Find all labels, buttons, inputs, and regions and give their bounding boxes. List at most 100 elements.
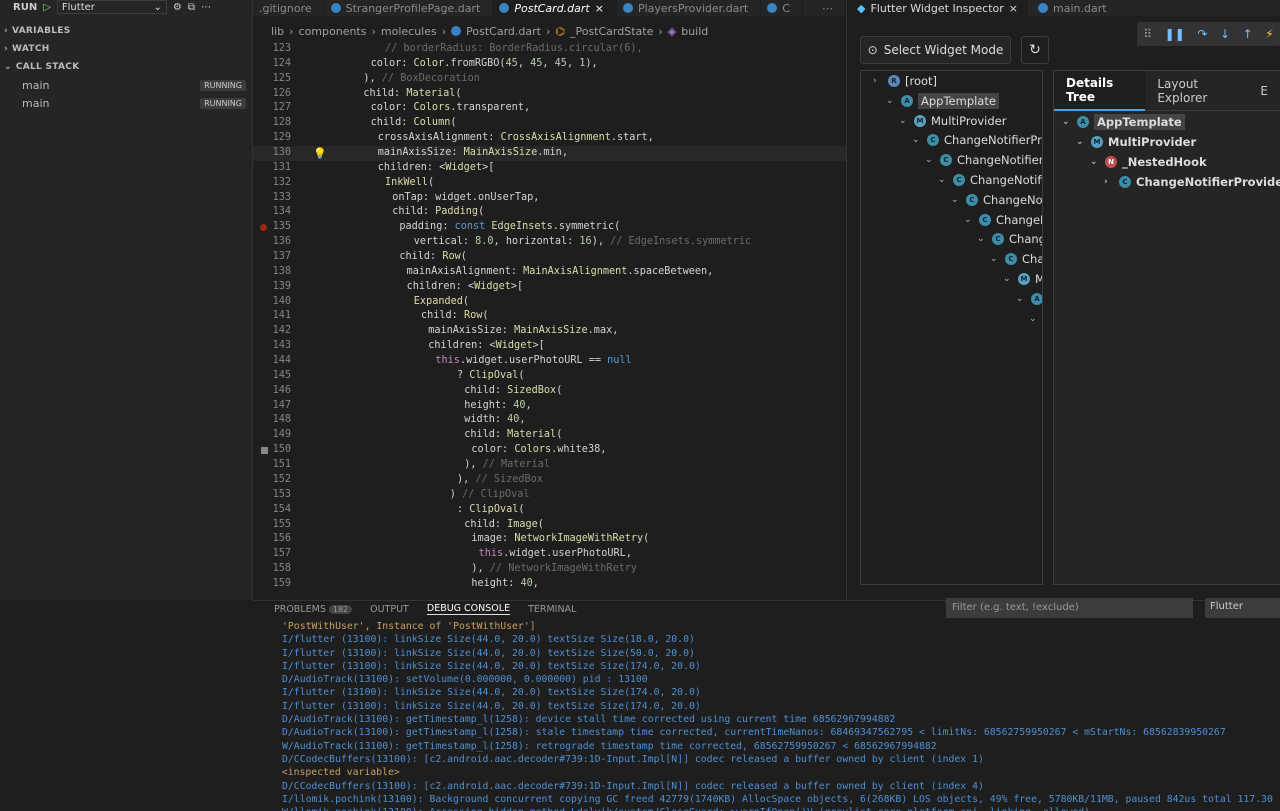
line-number[interactable]: 130 [253, 146, 291, 161]
gear-icon[interactable]: ⚙ [173, 2, 182, 13]
details-node[interactable]: ⌄ M MultiProvider [1076, 132, 1196, 152]
tree-node[interactable]: ⌄ A AppTemplate [886, 91, 999, 111]
tree-node[interactable]: ⌄ M MultiProvider [899, 111, 1006, 131]
thread-item[interactable]: main RUNNING [0, 76, 252, 94]
tree-node[interactable]: ⌄ C ChangeNoti [951, 190, 1042, 210]
code-line[interactable]: 125), // BoxDecoration [253, 72, 846, 87]
line-number[interactable]: 153 [253, 488, 291, 503]
drag-handle-icon[interactable]: ⠿ [1143, 27, 1152, 41]
section-watch[interactable]: › WATCH [0, 40, 252, 58]
line-number[interactable]: 136 [253, 235, 291, 250]
tree-node[interactable]: ⌄ C ChangeN [964, 210, 1042, 230]
breakpoint-disabled-icon[interactable] [261, 447, 268, 455]
code-line[interactable]: 123 // borderRadius: BorderRadius.circula… [253, 42, 846, 57]
tab-stranger-profile[interactable]: StrangerProfilePage.dart [325, 0, 494, 16]
code-line[interactable]: 126 child: Material( [253, 87, 846, 102]
tab-debug-console[interactable]: DEBUG CONSOLE [426, 603, 511, 615]
line-number[interactable]: 158 [253, 562, 291, 577]
code-line[interactable]: 141 child: Row( [253, 309, 846, 324]
details-node[interactable]: ⌄ A AppTemplate [1062, 112, 1185, 132]
tab-details-tree[interactable]: Details Tree [1054, 71, 1146, 111]
line-number[interactable]: 152 [253, 473, 291, 488]
code-line[interactable]: 133 onTap: widget.onUserTap, [253, 191, 846, 206]
code-line[interactable]: 129 crossAxisAlignment: CrossAxisAlignmen… [253, 131, 846, 146]
code-line[interactable]: 148 width: 40, [253, 413, 846, 428]
step-over-icon[interactable]: ↷ [1197, 27, 1207, 41]
code-line[interactable]: 132 InkWell( [253, 176, 846, 191]
tree-node[interactable]: ⌄ A [1016, 289, 1042, 309]
section-variables[interactable]: › VARIABLES [0, 22, 252, 40]
select-widget-mode-button[interactable]: ⊙ Select Widget Mode [860, 36, 1011, 64]
section-call-stack[interactable]: ⌄ CALL STACK [0, 58, 252, 76]
line-number[interactable]: 141 [253, 309, 291, 324]
code-line[interactable]: 156 image: NetworkImageWithRetry( [253, 532, 846, 547]
code-line[interactable]: 131 children: <Widget>[ [253, 161, 846, 176]
breadcrumb-item[interactable]: build [681, 25, 708, 38]
line-number[interactable]: 157 [253, 547, 291, 562]
line-number[interactable]: 131 [253, 161, 291, 176]
code-line[interactable]: 154: ClipOval( [253, 503, 846, 518]
tree-node[interactable]: ⌄ MM [1003, 269, 1042, 289]
launch-config-select[interactable]: Flutter ⌄ [56, 0, 167, 14]
line-number[interactable]: 144 [253, 354, 291, 369]
line-number[interactable]: 126 [253, 87, 291, 102]
close-icon[interactable]: × [1009, 2, 1018, 15]
code-line[interactable]: 127 color: Colors.transparent, [253, 101, 846, 116]
tree-node[interactable]: ⌄ C ChangeNotifierProv [912, 130, 1042, 150]
chevron-down-icon[interactable]: ⌄ [1062, 117, 1072, 127]
breadcrumb-item[interactable]: PostCard.dart [466, 25, 541, 38]
line-number[interactable]: 123 [253, 42, 291, 57]
line-number[interactable]: 132 [253, 176, 291, 191]
chevron-right-icon[interactable]: › [873, 76, 883, 86]
chevron-down-icon[interactable]: ⌄ [977, 234, 987, 244]
start-debugging-icon[interactable]: ▷ [43, 2, 51, 13]
more-icon[interactable]: ⋯ [201, 2, 211, 13]
chevron-down-icon[interactable]: ⌄ [1076, 137, 1086, 147]
line-number[interactable]: 145 [253, 369, 291, 384]
line-number[interactable]: 140 [253, 295, 291, 310]
tab-overflow[interactable]: ⋯ [816, 0, 846, 16]
chevron-down-icon[interactable]: ⌄ [964, 215, 974, 225]
line-number[interactable]: 154 [253, 503, 291, 518]
line-number[interactable]: 127 [253, 101, 291, 116]
pause-icon[interactable]: ❚❚ [1165, 27, 1185, 41]
chevron-down-icon[interactable]: ⌄ [1090, 157, 1100, 167]
step-out-icon[interactable]: ↑ [1243, 27, 1253, 41]
line-number[interactable]: 147 [253, 399, 291, 414]
code-line[interactable]: 158), // NetworkImageWithRetry [253, 562, 846, 577]
line-number[interactable]: 155 [253, 518, 291, 533]
line-number[interactable]: 133 [253, 191, 291, 206]
breadcrumb-item[interactable]: components [299, 25, 367, 38]
tab-gitignore[interactable]: .gitignore [253, 0, 325, 16]
code-line[interactable]: 137 child: Row( [253, 250, 846, 265]
line-number[interactable]: 129 [253, 131, 291, 146]
code-line[interactable]: 143 children: <Widget>[ [253, 339, 846, 354]
line-number[interactable]: 156 [253, 532, 291, 547]
chevron-down-icon[interactable]: ⌄ [990, 254, 1000, 264]
code-line[interactable]: 151), // Material [253, 458, 846, 473]
tab-widget-inspector[interactable]: ◆ Flutter Widget Inspector × [847, 0, 1028, 16]
tab-output[interactable]: OUTPUT [370, 604, 409, 615]
line-number[interactable]: 151 [253, 458, 291, 473]
chevron-down-icon[interactable]: ⌄ [951, 195, 961, 205]
line-number[interactable]: 146 [253, 384, 291, 399]
line-number[interactable]: 137 [253, 250, 291, 265]
line-number[interactable]: 125 [253, 72, 291, 87]
code-line[interactable]: 147 height: 40, [253, 399, 846, 414]
code-line[interactable]: 153) // ClipOval [253, 488, 846, 503]
breadcrumb-item[interactable]: _PostCardState [570, 25, 653, 38]
line-number[interactable]: 159 [253, 577, 291, 592]
code-line[interactable]: 136 vertical: 8.0, horizontal: 16), // Ed… [253, 235, 846, 250]
code-line[interactable]: 135 padding: const EdgeInsets.symmetric( [253, 220, 846, 235]
tab-postcard[interactable]: PostCard.dart × [493, 0, 617, 16]
chevron-right-icon[interactable]: › [1104, 177, 1114, 187]
refresh-button[interactable]: ↻ [1021, 36, 1049, 64]
debug-console-output[interactable]: 'PostWithUser', Instance of 'PostWithUse… [282, 620, 1280, 811]
details-node[interactable]: ⌄ N _NestedHook [1090, 152, 1207, 172]
line-number[interactable]: 139 [253, 280, 291, 295]
chevron-down-icon[interactable]: ⌄ [1003, 274, 1013, 284]
tab-problems[interactable]: PROBLEMS 182 [274, 604, 353, 615]
code-line[interactable]: 130 💡 mainAxisSize: MainAxisSize.min, [253, 146, 846, 161]
tab-players-provider[interactable]: PlayersProvider.dart [617, 0, 762, 16]
thread-item[interactable]: main RUNNING [0, 94, 252, 112]
